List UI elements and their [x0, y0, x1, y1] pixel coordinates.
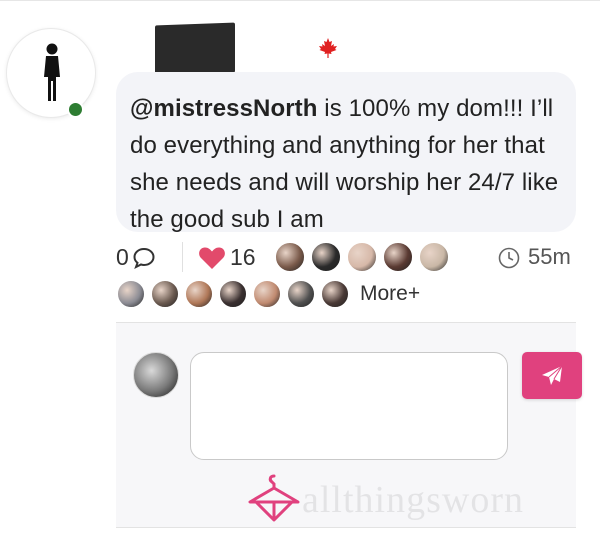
liker-avatar[interactable] — [274, 241, 306, 273]
liker-avatar[interactable] — [184, 279, 214, 309]
person-figure-icon — [44, 43, 60, 101]
post-text: @mistressNorth is 100% my dom!!! I’ll do… — [130, 90, 562, 238]
reply-input[interactable] — [190, 352, 508, 460]
mention-link[interactable]: @mistressNorth — [130, 95, 318, 122]
send-button[interactable] — [522, 352, 582, 399]
paper-plane-icon — [542, 365, 563, 385]
hanger-logo-icon — [248, 474, 300, 522]
comment-icon[interactable] — [132, 247, 156, 269]
liker-avatar[interactable] — [116, 279, 146, 309]
liker-avatar[interactable] — [150, 279, 180, 309]
liker-avatar[interactable] — [310, 241, 342, 273]
liker-avatar[interactable] — [346, 241, 378, 273]
time-ago: 55m — [528, 244, 571, 269]
watermark: allthingsworn — [302, 479, 524, 521]
comment-count: 0 — [116, 244, 129, 270]
liker-avatar[interactable] — [418, 241, 450, 273]
likers-list-more: More+ — [116, 278, 420, 310]
more-likers-link[interactable]: More+ — [360, 282, 420, 306]
redacted-username — [155, 22, 235, 76]
liker-avatar[interactable] — [218, 279, 248, 309]
like-count: 16 — [230, 244, 256, 270]
stats-divider — [182, 242, 183, 272]
my-avatar — [133, 352, 179, 398]
online-status-dot — [67, 101, 84, 118]
clock-icon — [498, 247, 520, 269]
post-bubble: @mistressNorth is 100% my dom!!! I’ll do… — [116, 72, 576, 233]
liker-avatar[interactable] — [252, 279, 282, 309]
author-avatar[interactable] — [6, 28, 96, 118]
liker-avatar[interactable] — [286, 279, 316, 309]
post-stats: 0 16 55m — [116, 238, 576, 276]
liker-avatar[interactable] — [320, 279, 350, 309]
liker-avatar[interactable] — [382, 241, 414, 273]
top-divider — [0, 0, 600, 1]
canada-maple-leaf-icon — [319, 38, 337, 58]
heart-icon[interactable] — [198, 246, 226, 270]
likers-list — [274, 241, 454, 273]
